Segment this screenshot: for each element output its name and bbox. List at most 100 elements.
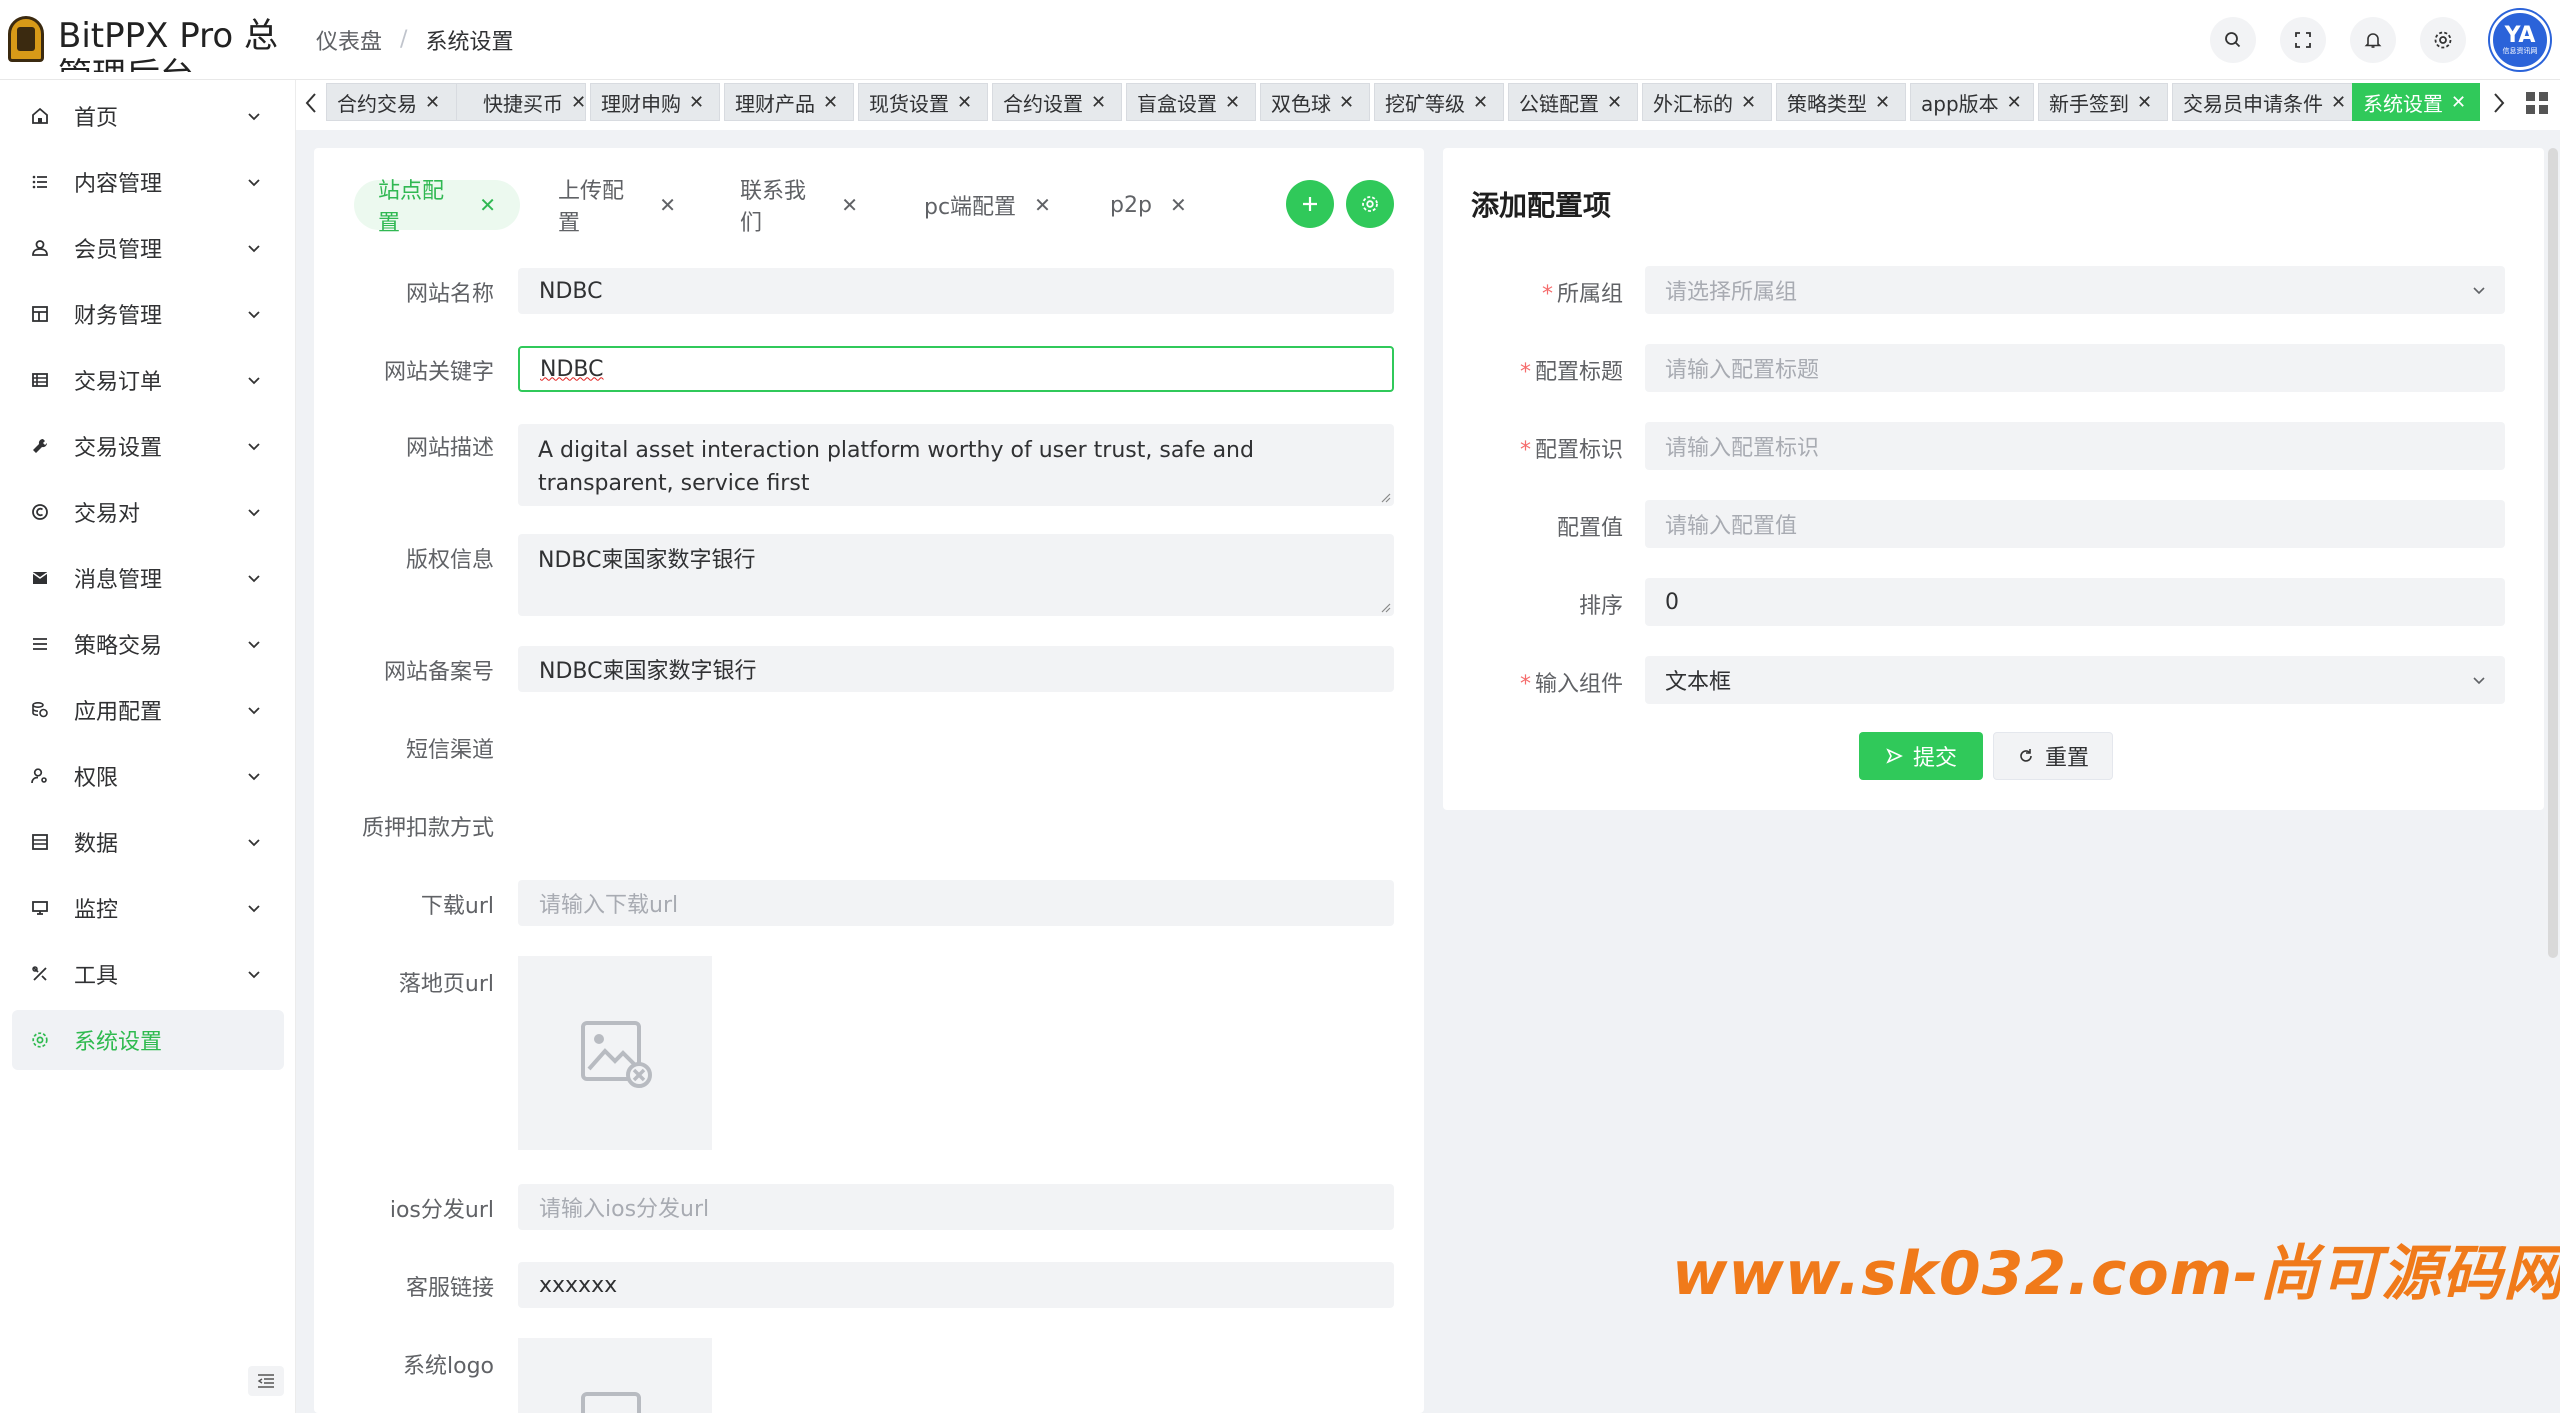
close-icon[interactable]: ✕ — [1473, 92, 1488, 113]
notification-button[interactable] — [2350, 17, 2396, 63]
reset-button[interactable]: 重置 — [1993, 732, 2113, 780]
config-value-input[interactable]: 请输入配置值 — [1645, 500, 2505, 548]
tag-item[interactable]: 新手签到 ✕ — [2038, 83, 2168, 121]
close-icon[interactable]: ✕ — [2007, 92, 2022, 113]
resize-handle-icon[interactable] — [1379, 491, 1391, 503]
tag-item[interactable]: 合约交易 ✕ — [326, 83, 460, 121]
close-icon[interactable]: ✕ — [1034, 193, 1051, 217]
chevron-down-icon — [248, 575, 260, 583]
close-icon[interactable]: ✕ — [823, 92, 838, 113]
close-icon[interactable]: ✕ — [689, 92, 704, 113]
component-select[interactable]: 文本框 — [1645, 656, 2505, 704]
close-icon[interactable]: ✕ — [1339, 92, 1354, 113]
app-logo-area[interactable]: BitPPX Pro 总管理后台 — [0, 0, 296, 80]
sidebar-item-data[interactable]: 数据 — [12, 812, 284, 872]
close-icon[interactable]: ✕ — [1607, 92, 1622, 113]
close-icon[interactable]: ✕ — [2451, 92, 2466, 113]
ios-url-input[interactable]: 请输入ios分发url — [518, 1184, 1394, 1230]
sidebar-collapse-button[interactable] — [248, 1366, 284, 1396]
close-icon[interactable]: ✕ — [1170, 193, 1187, 217]
tag-item[interactable]: 交易员申请条件 ✕ — [2172, 83, 2362, 121]
site-name-input[interactable]: NDBC — [518, 268, 1394, 314]
tag-item[interactable]: 策略类型 ✕ — [1776, 83, 1906, 121]
tag-item[interactable]: 公链配置 ✕ — [1508, 83, 1638, 121]
sidebar-item-home[interactable]: 首页 — [12, 86, 284, 146]
close-icon[interactable]: ✕ — [957, 92, 972, 113]
sidebar-item-monitor[interactable]: 监控 — [12, 878, 284, 938]
tag-item[interactable]: 外汇标的 ✕ — [1642, 83, 1772, 121]
sidebar-item-trading-pairs[interactable]: 交易对 — [12, 482, 284, 542]
sidebar-item-label: 消息管理 — [74, 568, 163, 593]
tags-scroll-left[interactable] — [298, 88, 324, 118]
sidebar-item-orders[interactable]: 交易订单 — [12, 350, 284, 410]
tab-contact-us[interactable]: 联系我们 ✕ — [716, 179, 882, 236]
user-avatar[interactable]: YA 信息资讯网 — [2490, 10, 2550, 70]
close-icon[interactable]: ✕ — [1741, 92, 1756, 113]
gear-icon — [1362, 196, 1378, 212]
close-icon[interactable]: ✕ — [1875, 92, 1890, 113]
sidebar-item-content[interactable]: 内容管理 — [12, 152, 284, 212]
tab-site-config[interactable]: 站点配置 ✕ — [354, 179, 520, 236]
fullscreen-button[interactable] — [2280, 17, 2326, 63]
sidebar-item-strategy[interactable]: 策略交易 — [12, 614, 284, 674]
sort-input[interactable]: 0 — [1645, 578, 2505, 626]
service-link-label: 客服链接 — [405, 1276, 494, 1301]
sidebar-item-members[interactable]: 会员管理 — [12, 218, 284, 278]
tag-item[interactable]: 理财产品 ✕ — [724, 83, 854, 121]
tag-item[interactable]: 双色球 ✕ — [1260, 83, 1370, 121]
close-icon[interactable]: ✕ — [1091, 92, 1106, 113]
sidebar-item-tools[interactable]: 工具 — [12, 944, 284, 1004]
tab-settings-button[interactable] — [1346, 180, 1394, 228]
tags-scroll-right[interactable] — [2486, 88, 2512, 118]
site-keywords-input[interactable]: NDBC — [518, 346, 1394, 392]
sidebar-item-permissions[interactable]: 权限 — [12, 746, 284, 806]
close-icon[interactable]: ✕ — [571, 92, 586, 113]
sidebar-item-system-settings[interactable]: 系统设置 — [12, 1010, 284, 1070]
config-title-input[interactable]: 请输入配置标题 — [1645, 344, 2505, 392]
tag-item[interactable]: 快捷买币 ✕ — [456, 83, 586, 121]
tag-label: 合约交易 — [337, 91, 417, 116]
tag-item[interactable]: 现货设置 ✕ — [858, 83, 988, 121]
close-icon[interactable]: ✕ — [1225, 92, 1240, 113]
site-desc-textarea[interactable]: A digital asset interaction platform wor… — [518, 424, 1394, 506]
service-link-input[interactable]: xxxxxx — [518, 1262, 1394, 1308]
close-icon[interactable]: ✕ — [2137, 92, 2152, 113]
download-url-input[interactable]: 请输入下载url — [518, 880, 1394, 926]
user-icon — [30, 238, 50, 258]
close-icon[interactable]: ✕ — [479, 193, 496, 217]
sidebar-item-trade-settings[interactable]: 交易设置 — [12, 416, 284, 476]
tag-item-active[interactable]: 系统设置 ✕ — [2352, 83, 2480, 121]
copyright-textarea[interactable]: NDBC柬国家数字银行 — [518, 534, 1394, 616]
landing-image-placeholder[interactable] — [518, 956, 712, 1150]
icp-input[interactable]: NDBC柬国家数字银行 — [518, 646, 1394, 692]
fullscreen-icon — [2295, 32, 2311, 48]
tab-pc-config[interactable]: pc端配置 ✕ — [900, 180, 1080, 230]
sidebar-item-finance[interactable]: 财务管理 — [12, 284, 284, 344]
tag-item[interactable]: 理财申购 ✕ — [590, 83, 720, 121]
close-icon[interactable]: ✕ — [2331, 92, 2346, 113]
group-select[interactable]: 请选择所属组 — [1645, 266, 2505, 314]
site-keywords-value: NDBC — [540, 356, 604, 382]
tag-item[interactable]: 合约设置 ✕ — [992, 83, 1122, 121]
logo-image-placeholder[interactable] — [518, 1338, 712, 1413]
page-scrollbar[interactable] — [2548, 148, 2558, 958]
tag-item[interactable]: app版本 ✕ — [1910, 83, 2034, 121]
tag-item[interactable]: 挖矿等级 ✕ — [1374, 83, 1504, 121]
group-label: * 所属组 — [1443, 276, 1623, 308]
sidebar-item-app-config[interactable]: 应用配置 — [12, 680, 284, 740]
tag-item[interactable]: 盲盒设置 ✕ — [1126, 83, 1256, 121]
resize-handle-icon[interactable] — [1379, 601, 1391, 613]
sidebar-item-messages[interactable]: 消息管理 — [12, 548, 284, 608]
search-button[interactable] — [2210, 17, 2256, 63]
config-key-input[interactable]: 请输入配置标识 — [1645, 422, 2505, 470]
close-icon[interactable]: ✕ — [841, 193, 858, 217]
tags-menu-icon[interactable] — [2524, 90, 2550, 116]
tab-p2p[interactable]: p2p ✕ — [1086, 180, 1226, 230]
settings-button[interactable] — [2420, 17, 2466, 63]
close-icon[interactable]: ✕ — [425, 92, 440, 113]
close-icon[interactable]: ✕ — [659, 193, 676, 217]
tab-upload-config[interactable]: 上传配置 ✕ — [534, 179, 700, 236]
add-tab-button[interactable] — [1286, 180, 1334, 228]
breadcrumb-home[interactable]: 仪表盘 — [316, 24, 382, 56]
submit-button[interactable]: 提交 — [1859, 732, 1983, 780]
